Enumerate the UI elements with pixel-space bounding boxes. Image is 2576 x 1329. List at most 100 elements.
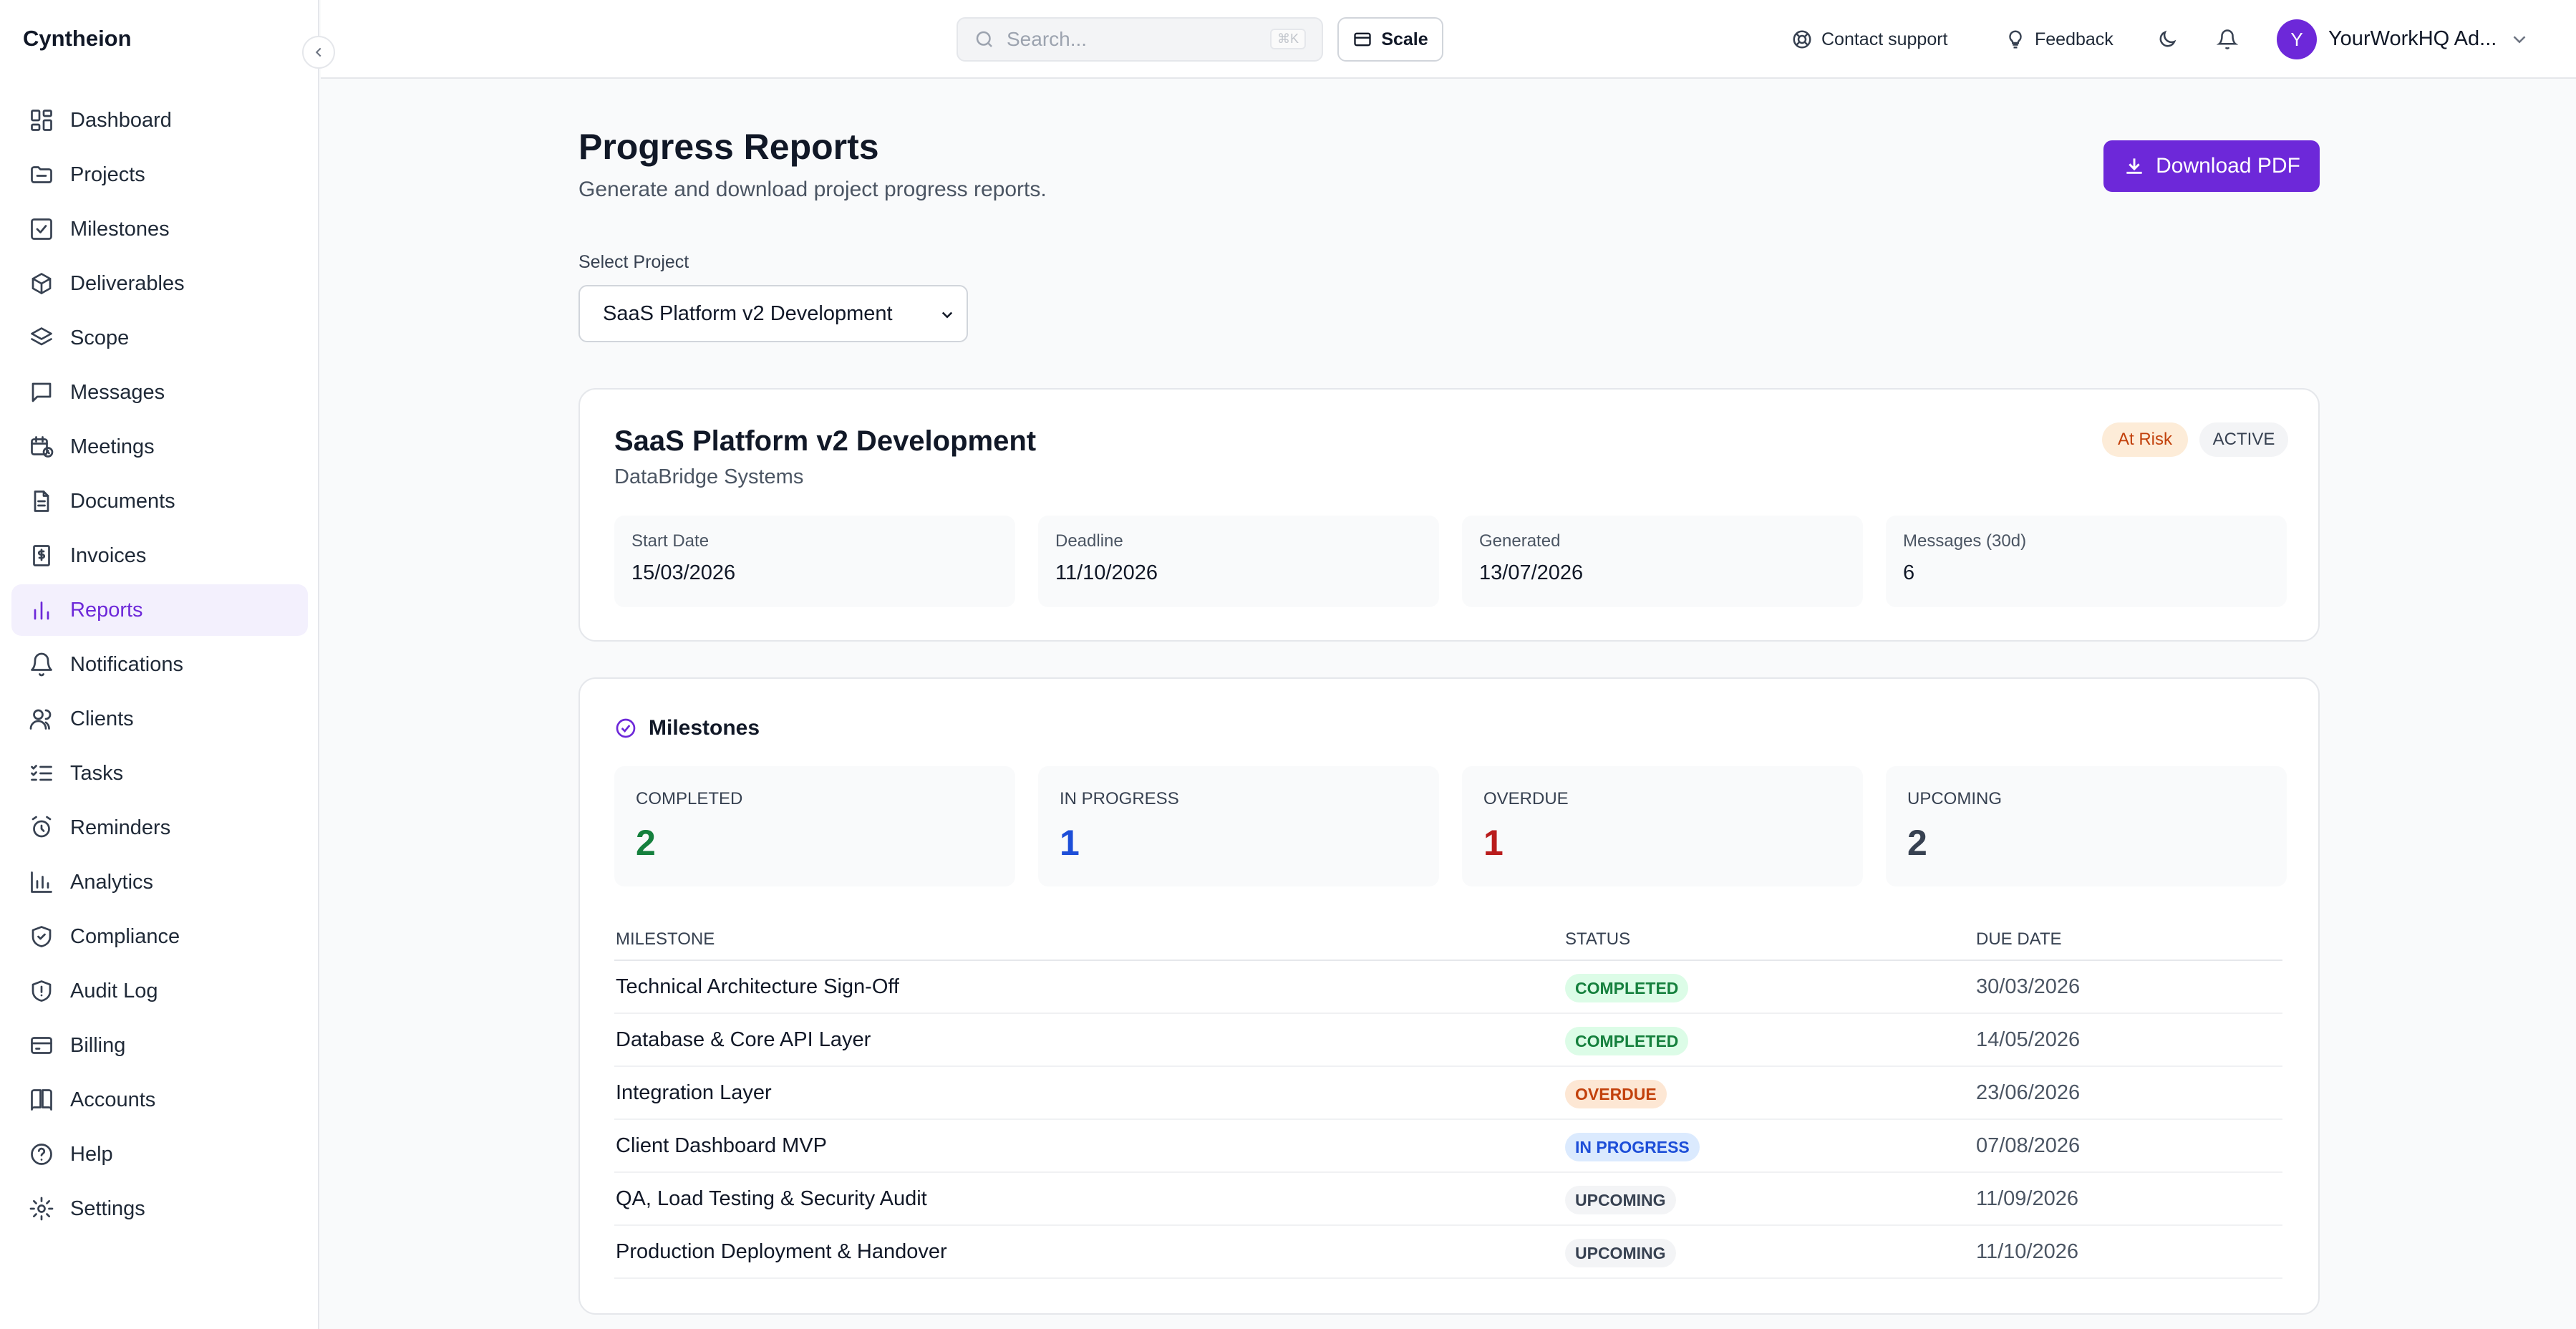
- contact-support-link[interactable]: Contact support: [1791, 17, 1948, 62]
- stat-label: UPCOMING: [1907, 789, 2002, 808]
- avatar[interactable]: Y: [2277, 19, 2317, 59]
- sidebar-item-label: Settings: [70, 1197, 145, 1220]
- checkbox-icon: [31, 218, 52, 240]
- milestone-due-date: 14/05/2026: [1976, 1028, 2081, 1051]
- column-header-due-date: DUE DATE: [1976, 929, 2062, 949]
- sidebar-item-reports[interactable]: Reports: [11, 584, 308, 636]
- search-input[interactable]: Search... ⌘K: [957, 17, 1323, 62]
- stat-upcoming: UPCOMING 2: [1886, 766, 2287, 886]
- sidebar-item-deliverables[interactable]: Deliverables: [11, 258, 308, 309]
- layers-icon: [31, 327, 52, 346]
- milestone-name: Client Dashboard MVP: [616, 1134, 827, 1157]
- scale-button[interactable]: Scale: [1337, 17, 1443, 62]
- sidebar-item-messages[interactable]: Messages: [11, 367, 308, 418]
- project-select[interactable]: SaaS Platform v2 Development: [578, 285, 968, 342]
- collapse-sidebar-button[interactable]: [302, 36, 335, 69]
- sidebar-item-clients[interactable]: Clients: [11, 693, 308, 745]
- project-summary-card: SaaS Platform v2 Development DataBridge …: [578, 388, 2320, 642]
- stat-label: OVERDUE: [1483, 789, 1569, 808]
- status-pill: UPCOMING: [1565, 1239, 1676, 1267]
- sidebar-item-label: Tasks: [70, 761, 124, 785]
- project-select-value: SaaS Platform v2 Development: [603, 301, 893, 325]
- milestone-name: Database & Core API Layer: [616, 1028, 871, 1051]
- sidebar-item-meetings[interactable]: Meetings: [11, 421, 308, 473]
- dashboard-icon: [31, 110, 52, 131]
- folder-icon: [31, 166, 52, 183]
- sidebar-item-label: Messages: [70, 380, 165, 404]
- sidebar-item-tasks[interactable]: Tasks: [11, 748, 308, 799]
- milestone-due-date: 23/06/2026: [1976, 1081, 2081, 1104]
- milestone-status: COMPLETED: [1565, 1027, 1689, 1055]
- notifications-button[interactable]: [2212, 24, 2242, 54]
- sidebar-item-label: Projects: [70, 163, 145, 186]
- sidebar-item-label: Meetings: [70, 435, 155, 458]
- table-row: Integration Layer OVERDUE 23/06/2026: [614, 1067, 2282, 1120]
- lightbulb-icon: [2009, 30, 2022, 49]
- sidebar-item-settings[interactable]: Settings: [11, 1183, 308, 1234]
- sidebar-item-documents[interactable]: Documents: [11, 475, 308, 527]
- theme-toggle-button[interactable]: [2152, 24, 2182, 54]
- info-value: 15/03/2026: [631, 561, 736, 584]
- sidebar-item-label: Invoices: [70, 543, 147, 567]
- document-icon: [34, 490, 49, 512]
- info-label: Deadline: [1055, 531, 1123, 551]
- sidebar-item-label: Notifications: [70, 652, 183, 676]
- page-subtitle: Generate and download project progress r…: [578, 178, 1047, 201]
- sidebar-item-projects[interactable]: Projects: [11, 149, 308, 200]
- sidebar-item-milestones[interactable]: Milestones: [11, 203, 308, 255]
- feedback-link[interactable]: Feedback: [2005, 17, 2113, 62]
- chevron-down-icon: [941, 311, 953, 319]
- sidebar-item-scope[interactable]: Scope: [11, 312, 308, 364]
- sidebar-item-label: Audit Log: [70, 979, 158, 1002]
- analytics-icon: [31, 871, 52, 893]
- column-header-milestone: MILESTONE: [616, 929, 715, 949]
- scale-label: Scale: [1381, 29, 1428, 49]
- moon-icon: [2159, 30, 2176, 47]
- sidebar-item-label: Scope: [70, 326, 130, 349]
- sidebar-item-reminders[interactable]: Reminders: [11, 802, 308, 854]
- milestone-status: UPCOMING: [1565, 1186, 1676, 1214]
- sidebar-item-compliance[interactable]: Compliance: [11, 911, 308, 962]
- sidebar-item-notifications[interactable]: Notifications: [11, 639, 308, 690]
- stat-overdue: OVERDUE 1: [1462, 766, 1863, 886]
- column-header-status: STATUS: [1565, 929, 1631, 949]
- sidebar-item-label: Analytics: [70, 870, 154, 894]
- milestone-status: UPCOMING: [1565, 1239, 1676, 1267]
- stat-label: COMPLETED: [636, 789, 743, 808]
- sidebar-item-billing[interactable]: Billing: [11, 1020, 308, 1071]
- feedback-label: Feedback: [2035, 29, 2113, 49]
- table-row: QA, Load Testing & Security Audit UPCOMIN…: [614, 1173, 2282, 1226]
- project-name: SaaS Platform v2 Development: [614, 425, 1037, 457]
- sidebar-item-analytics[interactable]: Analytics: [11, 856, 308, 908]
- milestone-status: IN PROGRESS: [1565, 1133, 1700, 1161]
- help-circle-icon: [31, 1144, 52, 1165]
- sidebar-item-label: Compliance: [70, 924, 180, 948]
- info-start-date: Start Date 15/03/2026: [614, 516, 1015, 607]
- sidebar-item-label: Dashboard: [70, 108, 172, 132]
- bar-chart-icon: [34, 601, 49, 620]
- milestone-due-date: 30/03/2026: [1976, 975, 2081, 998]
- milestone-due-date: 11/09/2026: [1976, 1187, 2078, 1210]
- sidebar-item-help[interactable]: Help: [11, 1129, 308, 1180]
- chevron-left-icon: [315, 47, 321, 57]
- sidebar-item-label: Reminders: [70, 816, 171, 839]
- stat-value: 2: [636, 823, 656, 863]
- gear-icon: [29, 1197, 54, 1221]
- search-placeholder: Search...: [1007, 28, 1088, 50]
- alarm-clock-icon: [32, 816, 52, 838]
- lifebuoy-icon: [1793, 30, 1811, 49]
- book-icon: [31, 1089, 52, 1111]
- list-checks-icon: [31, 765, 52, 781]
- sidebar-item-invoices[interactable]: Invoices: [11, 530, 308, 581]
- sidebar-item-accounts[interactable]: Accounts: [11, 1074, 308, 1126]
- info-value: 11/10/2026: [1055, 561, 1158, 584]
- sidebar-item-label: Milestones: [70, 217, 170, 241]
- download-pdf-button[interactable]: Download PDF: [2103, 140, 2320, 192]
- sidebar-item-label: Deliverables: [70, 271, 185, 295]
- sidebar-item-audit-log[interactable]: Audit Log: [11, 965, 308, 1017]
- sidebar-item-dashboard[interactable]: Dashboard: [11, 95, 308, 146]
- calendar-clock-icon: [31, 436, 54, 458]
- chevron-down-icon[interactable]: [2509, 29, 2530, 50]
- user-name[interactable]: YourWorkHQ Ad...: [2328, 27, 2497, 51]
- sidebar-item-label: Help: [70, 1142, 113, 1166]
